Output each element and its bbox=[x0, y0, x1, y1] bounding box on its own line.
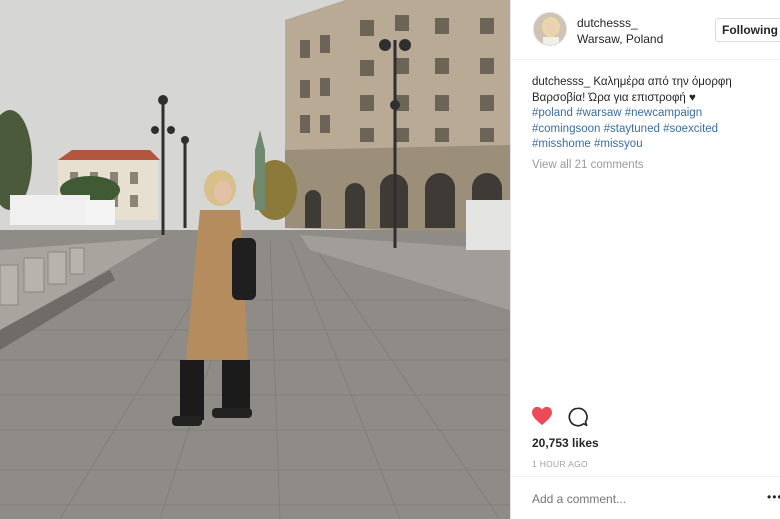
heart-icon[interactable] bbox=[531, 406, 553, 431]
add-comment-input[interactable] bbox=[532, 492, 732, 506]
hashtag[interactable]: #staytuned bbox=[604, 123, 660, 135]
post-timestamp: 1 HOUR AGO bbox=[532, 459, 588, 469]
caption-heart-emoji: ♥ bbox=[689, 91, 696, 104]
hashtag[interactable]: #newcampaign bbox=[625, 107, 702, 119]
more-options-button[interactable]: ••• bbox=[767, 490, 780, 504]
likes-count[interactable]: 20,753 likes bbox=[532, 436, 599, 450]
hashtag[interactable]: #warsaw bbox=[576, 107, 621, 119]
view-all-comments-link[interactable]: View all 21 comments bbox=[532, 159, 644, 171]
avatar[interactable] bbox=[533, 12, 567, 46]
hashtag[interactable]: #misshome bbox=[532, 138, 591, 150]
comment-icon[interactable] bbox=[567, 406, 589, 433]
post-header: dutchesss_ Warsaw, Poland Following bbox=[511, 0, 780, 60]
post-location[interactable]: Warsaw, Poland bbox=[577, 32, 663, 46]
hashtag[interactable]: #soexcited bbox=[663, 123, 718, 135]
caption-username[interactable]: dutchesss_ bbox=[532, 76, 590, 88]
post-detail-panel: dutchesss_ Warsaw, Poland Following dutc… bbox=[510, 0, 780, 519]
avatar-image bbox=[534, 13, 566, 45]
following-button[interactable]: Following bbox=[715, 18, 780, 42]
hashtag[interactable]: #missyou bbox=[594, 138, 643, 150]
post-username[interactable]: dutchesss_ bbox=[577, 16, 638, 30]
hashtag[interactable]: #poland bbox=[532, 107, 573, 119]
street-photo bbox=[0, 0, 510, 519]
post-photo[interactable] bbox=[0, 0, 510, 519]
post-caption: dutchesss_ Καλημέρα από την όμορφη Βαρσο… bbox=[532, 75, 762, 153]
hashtag[interactable]: #comingsoon bbox=[532, 123, 600, 135]
divider bbox=[511, 476, 780, 477]
